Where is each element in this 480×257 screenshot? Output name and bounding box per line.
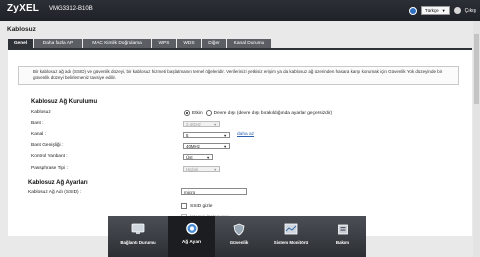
- hide-ssid-checkbox[interactable]: [181, 203, 187, 209]
- chevron-down-icon: ▼: [213, 123, 217, 127]
- tab-wds[interactable]: WDS: [177, 39, 201, 48]
- chevron-down-icon: ▼: [223, 134, 227, 138]
- passphrase-select[interactable]: Hiçbiri ▼: [183, 166, 220, 172]
- content-panel: Bir kablosuz ağ adı (SSID) ve güvenlik d…: [8, 50, 472, 236]
- channel-control: 5 ▼: [183, 132, 230, 138]
- page-scrollbar[interactable]: [473, 21, 480, 257]
- dock-label: Bağlantı Durumu: [120, 240, 156, 245]
- passphrase-value: Hiçbiri: [186, 167, 199, 172]
- setup-section-title: Kablosuz Ağ Kurulumu: [31, 99, 98, 105]
- logout-link[interactable]: Çıkış: [465, 8, 476, 14]
- dock-connection-status[interactable]: Bağlantı Durumu: [108, 216, 168, 257]
- wireless-enable-label: Etkin: [192, 110, 203, 116]
- ssid-label: Kablosuz Ağ Adı (SSID) :: [28, 190, 82, 195]
- settings-section-title: Kablosuz Ağ Ayarları: [28, 180, 88, 186]
- page-title: Kablosuz: [7, 26, 36, 33]
- tab-mac-auth[interactable]: MAC Kimlik Doğrulama: [83, 39, 151, 48]
- tab-more-ap[interactable]: Daha fazla AP: [34, 39, 82, 48]
- wireless-disable-label: Devre dışı (devre dışı bırakıldığında ay…: [213, 110, 333, 116]
- wireless-enable-radio[interactable]: [184, 110, 190, 116]
- tools-icon: [336, 223, 349, 237]
- top-header: ZyXEL VMG3312-B10B Türkçe ▼ Çıkış: [0, 0, 480, 21]
- shield-icon: [233, 223, 245, 237]
- band-label: Bant :: [31, 121, 44, 126]
- band-select[interactable]: 2.4GHz ▼: [183, 121, 220, 127]
- bottom-dock: Bağlantı Durumu Ağ Ayarı Güvenlik Sistem…: [108, 216, 366, 257]
- tab-general[interactable]: Genel: [8, 39, 33, 48]
- dock-system-monitor[interactable]: Sistem Monitörü: [263, 216, 319, 257]
- globe-icon: [408, 6, 417, 15]
- channel-more-link[interactable]: daha az: [237, 132, 254, 137]
- bandwidth-control: 40MHz ▼: [183, 143, 230, 149]
- dock-maintenance[interactable]: Bakım: [319, 216, 366, 257]
- wireless-disable-radio[interactable]: [205, 110, 212, 116]
- ssid-input[interactable]: micro: [181, 188, 247, 195]
- band-control: 2.4GHz ▼: [183, 121, 220, 127]
- scrollbar-thumb[interactable]: [474, 34, 479, 104]
- dock-label: Güvenlik: [229, 240, 249, 245]
- channel-value: 5: [186, 133, 189, 138]
- wireless-radio-group: Etkin Devre dışı (devre dışı bırakıldığı…: [184, 110, 332, 116]
- bandwidth-select[interactable]: 40MHz ▼: [183, 143, 230, 149]
- language-value: Türkçe: [424, 8, 439, 13]
- tab-wps[interactable]: WPS: [152, 39, 176, 48]
- model-name: VMG3312-B10B: [49, 6, 93, 12]
- hide-ssid-label: SSID gizle: [190, 203, 213, 209]
- chevron-down-icon: ▼: [206, 156, 210, 160]
- language-select[interactable]: Türkçe ▼: [420, 6, 450, 15]
- dock-network-settings[interactable]: Ağ Ayarı: [168, 216, 215, 257]
- dock-label: Sistem Monitörü: [273, 240, 309, 245]
- brand-logo: ZyXEL: [7, 3, 40, 14]
- wireless-label: Kablosuz: [31, 110, 51, 115]
- user-icon: [453, 7, 461, 14]
- dock-label: Bakım: [335, 240, 350, 245]
- info-notice: Bir kablosuz ağ adı (SSID) ve güvenlik d…: [18, 66, 459, 85]
- chevron-down-icon: ▼: [213, 168, 217, 172]
- chevron-down-icon: ▼: [223, 145, 227, 149]
- hide-ssid-row: SSID gizle: [181, 203, 212, 209]
- control-sideband-select[interactable]: Üst ▼: [183, 154, 213, 160]
- bandwidth-label: Bant Genişliği :: [31, 143, 64, 148]
- chart-icon: [284, 223, 298, 236]
- chevron-down-icon: ▼: [441, 8, 446, 13]
- passphrase-label: Passphrase Tipi :: [31, 166, 68, 171]
- tab-other[interactable]: Diğer: [202, 39, 226, 48]
- header-right: Türkçe ▼ Çıkış: [408, 6, 476, 15]
- control-sideband-label: Kontrol Yanbant :: [31, 154, 68, 159]
- dock-security[interactable]: Güvenlik: [215, 216, 263, 257]
- channel-select[interactable]: 5 ▼: [183, 132, 230, 138]
- channel-label: Kanal :: [31, 132, 46, 137]
- dock-label: Ağ Ayarı: [181, 240, 202, 245]
- bandwidth-value: 40MHz: [186, 144, 200, 149]
- control-sideband-value: Üst: [186, 155, 193, 160]
- band-value: 2.4GHz: [186, 122, 201, 127]
- gear-icon: [184, 221, 199, 237]
- tab-bar: Genel Daha fazla AP MAC Kimlik Doğrulama…: [8, 39, 271, 48]
- tab-channel-status[interactable]: Kanal Durumu: [227, 39, 271, 48]
- monitor-icon: [131, 223, 145, 236]
- passphrase-control: Hiçbiri ▼: [183, 166, 220, 172]
- control-sideband-control: Üst ▼: [183, 154, 213, 160]
